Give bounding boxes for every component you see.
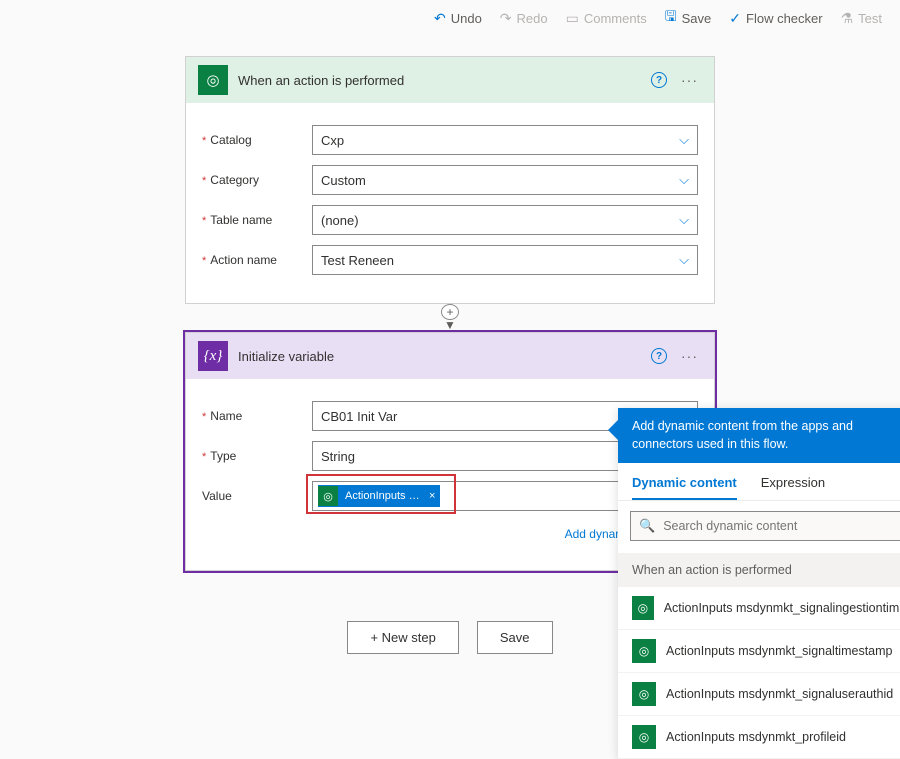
trigger-card-header[interactable]: ◎ When an action is performed ? ··· [186, 57, 714, 103]
catalog-value: Cxp [321, 133, 344, 148]
dynamic-item-label: ActionInputs msdynmkt_signaltimestamp [666, 644, 892, 658]
dynamic-item[interactable]: ◎ ActionInputs msdynmkt_signalingestionti… [618, 587, 900, 630]
type-label: Type [202, 441, 312, 471]
chevron-down-icon: ⌵ [679, 172, 689, 188]
action-select[interactable]: Test Reneen ⌵ [312, 245, 698, 275]
trigger-card: ◎ When an action is performed ? ··· Cata… [185, 56, 715, 304]
toolbar: ↶ Undo ↷ Redo ▭ Comments 🖫 Save ✓ Flow checke… [0, 0, 900, 36]
dynamic-item[interactable]: ◎ ActionInputs msdynmkt_signaluserauthid [618, 673, 900, 716]
name-label: Name [202, 401, 312, 431]
comments-button: ▭ Comments [566, 6, 647, 30]
arrow-down-icon: ▼ [444, 318, 456, 332]
help-icon[interactable]: ? [651, 348, 667, 364]
search-box[interactable]: 🔍 [630, 511, 900, 541]
dynamic-item[interactable]: ◎ ActionInputs msdynmkt_signaltimestamp [618, 630, 900, 673]
category-select[interactable]: Custom ⌵ [312, 165, 698, 195]
table-select[interactable]: (none) ⌵ [312, 205, 698, 235]
table-label: Table name [202, 205, 312, 235]
bottom-actions: + New step Save [347, 621, 552, 654]
flow-checker-label: Flow checker [746, 11, 823, 26]
action-label: Action name [202, 245, 312, 275]
callout-arrow-icon [608, 420, 618, 440]
dataverse-icon: ◎ [632, 725, 656, 749]
redo-icon: ↷ [500, 10, 512, 27]
tab-dynamic-content[interactable]: Dynamic content [632, 475, 737, 500]
test-icon: ⚗ [841, 10, 854, 27]
dataverse-icon: ◎ [198, 65, 228, 95]
catalog-label: Catalog [202, 125, 312, 155]
flow-checker-icon: ✓ [729, 10, 741, 27]
name-value: CB01 Init Var [321, 409, 397, 424]
panel-headline: Add dynamic content from the apps and co… [618, 408, 900, 463]
chevron-down-icon: ⌵ [679, 132, 689, 148]
catalog-select[interactable]: Cxp ⌵ [312, 125, 698, 155]
comments-label: Comments [584, 11, 647, 26]
dynamic-token[interactable]: ◎ ActionInputs m… × [318, 485, 440, 507]
action-value: Test Reneen [321, 253, 394, 268]
redo-label: Redo [517, 11, 548, 26]
help-icon[interactable]: ? [651, 72, 667, 88]
redo-button: ↷ Redo [500, 6, 548, 30]
dataverse-icon: ◎ [632, 639, 656, 663]
tab-expression[interactable]: Expression [761, 475, 825, 500]
remove-token-button[interactable]: × [424, 490, 440, 502]
dynamic-item-label: ActionInputs msdynmkt_signalingestiontim… [664, 601, 900, 615]
undo-label: Undo [451, 11, 482, 26]
undo-icon: ↶ [434, 10, 446, 27]
initialize-variable-title: Initialize variable [238, 349, 641, 364]
group-header: When an action is performed [618, 553, 900, 587]
initialize-variable-header[interactable]: {x} Initialize variable ? ··· [186, 333, 714, 379]
search-input[interactable] [663, 519, 900, 533]
more-icon[interactable]: ··· [677, 348, 702, 364]
panel-tabs: Dynamic content Expression [618, 463, 900, 501]
token-text: ActionInputs m… [342, 490, 424, 502]
value-label: Value [202, 481, 312, 511]
type-value: String [321, 449, 355, 464]
flow-checker-button[interactable]: ✓ Flow checker [729, 6, 822, 30]
undo-button[interactable]: ↶ Undo [434, 6, 482, 30]
table-value: (none) [321, 213, 359, 228]
chevron-down-icon: ⌵ [679, 212, 689, 228]
category-value: Custom [321, 173, 366, 188]
variable-icon: {x} [198, 341, 228, 371]
dynamic-item[interactable]: ◎ ActionInputs msdynmkt_profileid [618, 716, 900, 759]
category-label: Category [202, 165, 312, 195]
trigger-card-body: Catalog Cxp ⌵ Category Custom ⌵ Table name… [186, 103, 714, 303]
dynamic-content-panel: Add dynamic content from the apps and co… [618, 408, 900, 759]
trigger-title: When an action is performed [238, 73, 641, 88]
chevron-down-icon: ⌵ [679, 252, 689, 268]
more-icon[interactable]: ··· [677, 72, 702, 88]
dataverse-icon: ◎ [632, 596, 654, 620]
search-icon: 🔍 [639, 518, 655, 534]
dynamic-item-label: ActionInputs msdynmkt_signaluserauthid [666, 687, 893, 701]
step-connector: + ▼ [441, 304, 459, 332]
save-step-button[interactable]: Save [477, 621, 553, 654]
test-label: Test [858, 11, 882, 26]
save-icon: 🖫 [665, 6, 677, 30]
save-button[interactable]: 🖫 Save [665, 6, 712, 30]
test-button: ⚗ Test [841, 6, 882, 30]
save-label: Save [682, 11, 712, 26]
dataverse-icon: ◎ [318, 486, 338, 506]
dynamic-item-label: ActionInputs msdynmkt_profileid [666, 730, 846, 744]
dataverse-icon: ◎ [632, 682, 656, 706]
new-step-button[interactable]: + New step [347, 621, 458, 654]
comments-icon: ▭ [566, 10, 579, 27]
